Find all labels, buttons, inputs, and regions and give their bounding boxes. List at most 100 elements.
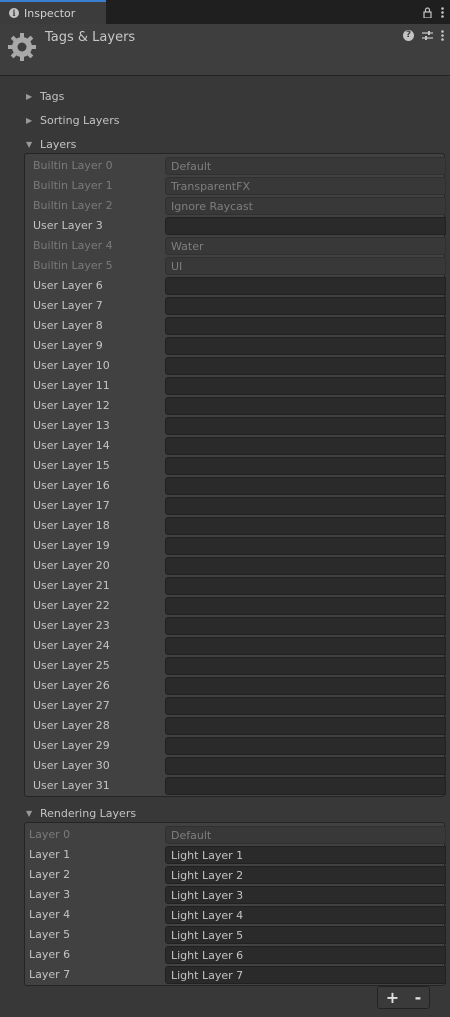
foldout-rendering-layers[interactable]: ▼ Rendering Layers (26, 804, 136, 822)
layer-row: User Layer 3 (25, 216, 446, 236)
layer-name-field[interactable] (165, 317, 446, 335)
layer-name-field (165, 157, 446, 175)
layer-row: User Layer 17 (25, 496, 446, 516)
layer-row: Layer 2 (25, 865, 446, 885)
layer-row: Builtin Layer 0 (25, 156, 446, 176)
more-icon[interactable] (441, 30, 444, 41)
layer-name-field (165, 177, 446, 195)
layer-name-field[interactable] (165, 906, 446, 924)
layer-row: User Layer 8 (25, 316, 446, 336)
layer-name-field[interactable] (165, 737, 446, 755)
layer-name-field[interactable] (165, 846, 446, 864)
foldout-label: Rendering Layers (40, 806, 137, 820)
layer-name-field[interactable] (165, 637, 446, 655)
layer-row: User Layer 21 (25, 576, 446, 596)
layer-label: Builtin Layer 2 (33, 199, 113, 212)
layer-row: User Layer 19 (25, 536, 446, 556)
foldout-tags[interactable]: ▶ Tags (26, 87, 64, 105)
page-title: Tags & Layers (45, 30, 136, 45)
layer-row: User Layer 15 (25, 456, 446, 476)
layer-row: Layer 5 (25, 925, 446, 945)
layer-row: Layer 4 (25, 905, 446, 925)
layer-row: User Layer 14 (25, 436, 446, 456)
layer-label: User Layer 27 (33, 699, 110, 712)
lock-icon[interactable] (423, 6, 432, 18)
layer-name-field[interactable] (165, 886, 446, 904)
layer-label: User Layer 19 (33, 539, 110, 552)
layer-row: Layer 6 (25, 945, 446, 965)
layer-label: User Layer 12 (33, 399, 110, 412)
layer-name-field[interactable] (165, 946, 446, 964)
layer-name-field[interactable] (165, 657, 446, 675)
layer-name-field[interactable] (165, 397, 446, 415)
chevron-down-icon: ▼ (26, 808, 33, 818)
presets-icon[interactable] (422, 30, 433, 41)
layer-label: Builtin Layer 1 (33, 179, 113, 192)
layer-name-field[interactable] (165, 497, 446, 515)
layer-label: User Layer 13 (33, 419, 110, 432)
layer-name-field[interactable] (165, 617, 446, 635)
layer-label: Builtin Layer 0 (33, 159, 113, 172)
layer-label: Layer 7 (29, 968, 71, 981)
layer-label: User Layer 18 (33, 519, 110, 532)
foldout-label: Sorting Layers (40, 113, 120, 127)
layer-row: User Layer 28 (25, 716, 446, 736)
layer-name-field (165, 197, 446, 215)
layer-row: Builtin Layer 4 (25, 236, 446, 256)
layer-row: Layer 1 (25, 845, 446, 865)
add-remove-controls: + - (377, 986, 430, 1009)
layer-row: User Layer 22 (25, 596, 446, 616)
tab-label: Inspector (24, 6, 76, 20)
chevron-down-icon: ▼ (26, 139, 33, 149)
layer-label: Layer 4 (29, 908, 71, 921)
layer-name-field[interactable] (165, 677, 446, 695)
layers-list: Builtin Layer 0 Builtin Layer 1 Builtin La… (24, 153, 446, 797)
tab-inspector[interactable]: i Inspector (0, 0, 106, 24)
foldout-sorting-layers[interactable]: ▶ Sorting Layers (26, 111, 119, 129)
chevron-right-icon: ▶ (26, 91, 33, 101)
layer-name-field[interactable] (165, 457, 446, 475)
layer-name-field[interactable] (165, 277, 446, 295)
layer-name-field[interactable] (165, 337, 446, 355)
layer-name-field[interactable] (165, 357, 446, 375)
layer-row: User Layer 29 (25, 736, 446, 756)
layer-name-field[interactable] (165, 377, 446, 395)
rendering-layers-list: Layer 0 Layer 1 Layer 2 Layer 3 Layer 4 Layer… (24, 822, 446, 986)
layer-label: Layer 6 (29, 948, 71, 961)
layer-name-field[interactable] (165, 866, 446, 884)
layer-row: User Layer 16 (25, 476, 446, 496)
layer-name-field[interactable] (165, 217, 446, 235)
layer-name-field[interactable] (165, 966, 446, 984)
layer-label: User Layer 29 (33, 739, 110, 752)
layer-name-field[interactable] (165, 537, 446, 555)
add-button[interactable]: + (386, 988, 399, 1007)
layer-name-field[interactable] (165, 717, 446, 735)
layer-label: Builtin Layer 4 (33, 239, 113, 252)
layer-name-field[interactable] (165, 437, 446, 455)
layer-label: Layer 2 (29, 868, 71, 881)
layer-label: User Layer 16 (33, 479, 110, 492)
layer-name-field[interactable] (165, 557, 446, 575)
layer-label: User Layer 11 (33, 379, 110, 392)
layer-name-field[interactable] (165, 577, 446, 595)
foldout-label: Layers (40, 137, 77, 151)
layer-name-field[interactable] (165, 697, 446, 715)
gear-icon (8, 33, 36, 61)
remove-button[interactable]: - (415, 988, 422, 1007)
foldout-layers[interactable]: ▼ Layers (26, 135, 76, 153)
help-icon[interactable]: ? (403, 30, 414, 41)
layer-name-field[interactable] (165, 597, 446, 615)
layer-label: Layer 3 (29, 888, 71, 901)
layer-row: User Layer 30 (25, 756, 446, 776)
layer-name-field[interactable] (165, 517, 446, 535)
layer-name-field[interactable] (165, 757, 446, 775)
layer-name-field[interactable] (165, 417, 446, 435)
layer-name-field[interactable] (165, 297, 446, 315)
layer-name-field[interactable] (165, 477, 446, 495)
layer-name-field[interactable] (165, 926, 446, 944)
layer-name-field[interactable] (165, 777, 446, 795)
layer-row: User Layer 24 (25, 636, 446, 656)
layer-name-field (165, 257, 446, 275)
more-icon[interactable] (441, 6, 444, 18)
layer-row: Builtin Layer 1 (25, 176, 446, 196)
